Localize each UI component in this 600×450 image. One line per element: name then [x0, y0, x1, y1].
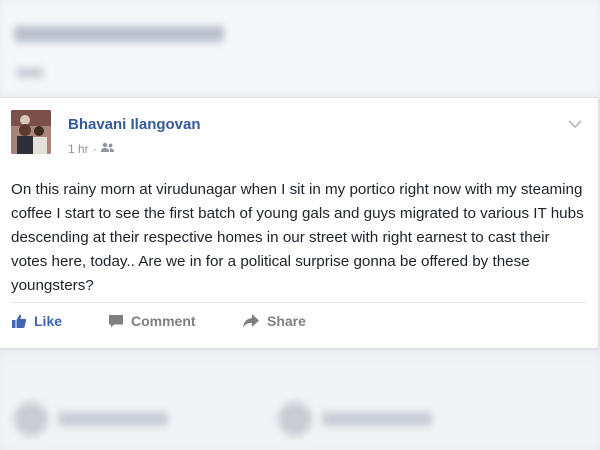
- post-body-text: On this rainy morn at virudunagar when I…: [11, 181, 584, 294]
- author-name[interactable]: Bhavani Ilangovan: [68, 116, 201, 133]
- comment-button[interactable]: Comment: [108, 313, 196, 329]
- like-button[interactable]: Like: [11, 313, 62, 329]
- post-actions-bar: Like Comment Share: [0, 313, 598, 337]
- post-timestamp[interactable]: 1 hr: [68, 142, 89, 156]
- author-avatar[interactable]: [11, 110, 51, 154]
- blurred-previous-post: [0, 0, 600, 92]
- post-card: Bhavani Ilangovan 1 hr · On this rainy m…: [0, 97, 599, 349]
- avatar-photo: [11, 110, 51, 154]
- share-button[interactable]: Share: [242, 313, 306, 329]
- post-meta: 1 hr ·: [68, 142, 114, 156]
- comment-label: Comment: [131, 313, 196, 329]
- share-arrow-icon: [242, 313, 260, 329]
- thumbs-up-icon: [11, 313, 27, 329]
- friends-icon[interactable]: [100, 142, 114, 156]
- meta-separator: ·: [92, 142, 97, 156]
- share-label: Share: [267, 313, 306, 329]
- blurred-next-post: [0, 358, 600, 450]
- like-label: Like: [34, 313, 63, 329]
- chevron-down-icon[interactable]: [568, 116, 582, 129]
- comment-icon: [108, 313, 124, 329]
- actions-divider: [11, 302, 586, 303]
